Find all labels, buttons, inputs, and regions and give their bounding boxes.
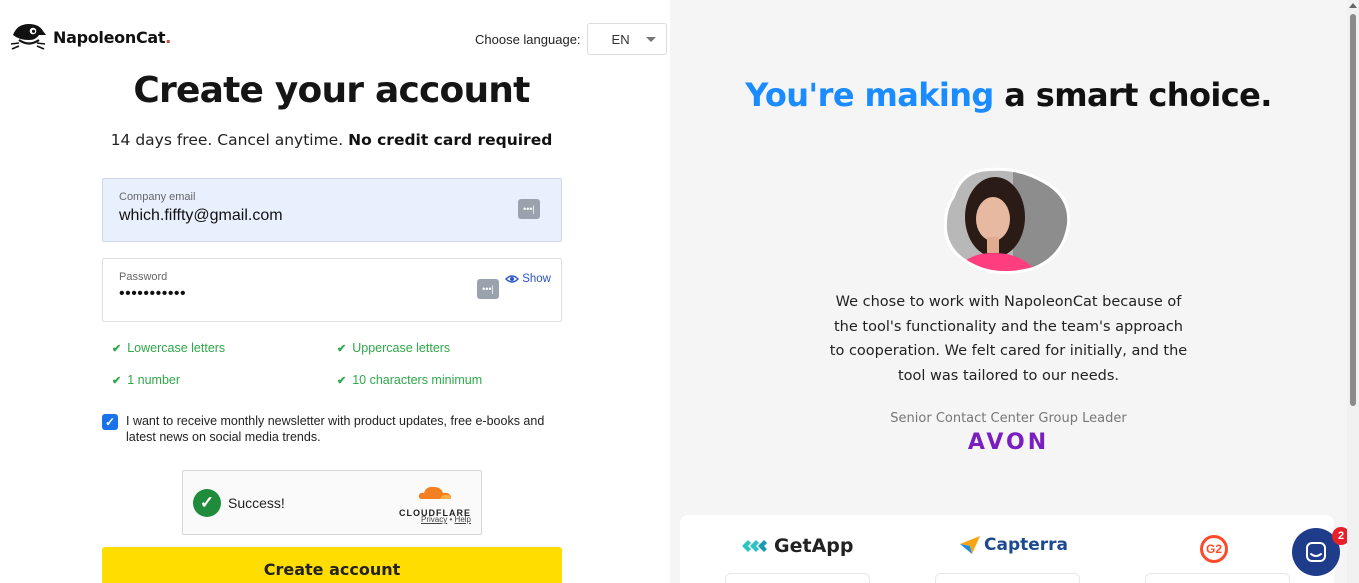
scroll-up-icon[interactable] [1349, 3, 1357, 8]
email-input[interactable]: which.fiffty@gmail.com [119, 207, 545, 225]
rating-card [725, 573, 870, 583]
newsletter-option: ✓ I want to receive monthly newsletter w… [102, 413, 562, 445]
email-label: Company email [119, 191, 196, 203]
captcha-widget[interactable]: ✓ Success! CLOUDFLARE Privacy • Help [182, 470, 482, 535]
rating-card [1145, 573, 1290, 583]
show-label: Show [522, 273, 551, 285]
language-selector: Choose language: EN [475, 23, 667, 55]
newsletter-checkbox[interactable]: ✓ [102, 414, 118, 430]
page-scrollbar[interactable] [1347, 0, 1359, 583]
password-manager-icon[interactable]: •••| [477, 279, 499, 299]
g2-badge[interactable]: G2 [1200, 535, 1228, 563]
testimonial-quote: We chose to work with NapoleonCat becaus… [829, 294, 1188, 384]
password-rule-lowercase: ✔ Lowercase letters [112, 341, 226, 355]
review-badges: GetApp Capterra G2 [680, 515, 1334, 583]
rating-card [935, 573, 1080, 583]
captcha-links: Privacy • Help [421, 515, 471, 524]
capterra-badge[interactable]: Capterra [960, 535, 1068, 555]
brand-name: NapoleonCat. [53, 27, 172, 47]
check-icon: ✔ [112, 374, 122, 387]
brand-logo[interactable]: NapoleonCat. [9, 21, 171, 53]
password-rule-uppercase: ✔ Uppercase letters [337, 341, 451, 355]
testimonial-avatar [943, 167, 1071, 274]
capterra-icon [960, 536, 980, 554]
password-field[interactable]: Password ••••••••••• •••| Show [102, 258, 562, 322]
email-field[interactable]: Company email which.fiffty@gmail.com •••… [102, 178, 562, 242]
napoleoncat-logo-icon [10, 24, 46, 50]
cloud-icon [418, 486, 451, 499]
show-password-toggle[interactable]: Show [505, 273, 551, 285]
getapp-icon [742, 540, 767, 552]
newsletter-label: I want to receive monthly newsletter wit… [126, 414, 545, 444]
cloudflare-logo: CLOUDFLARE [397, 483, 473, 518]
promo-headline: You're making a smart choice. [745, 76, 1272, 114]
eye-icon [505, 275, 520, 283]
privacy-link[interactable]: Privacy [421, 515, 447, 524]
page-title: Create your account [133, 70, 530, 111]
getapp-badge[interactable]: GetApp [740, 535, 853, 557]
scrollbar-thumb[interactable] [1350, 14, 1356, 406]
signup-panel: NapoleonCat. Choose language: EN Create … [0, 0, 670, 583]
success-check-icon: ✓ [193, 489, 221, 517]
language-value: EN [611, 31, 630, 47]
password-rule-number: ✔ 1 number [112, 373, 181, 387]
help-link[interactable]: Help [455, 515, 471, 524]
language-label: Choose language: [475, 31, 581, 47]
language-dropdown[interactable]: EN [586, 23, 667, 55]
chat-icon [1306, 542, 1326, 562]
testimonial-role: Senior Contact Center Group Leader [890, 411, 1127, 426]
page-subtitle: 14 days free. Cancel anytime. No credit … [110, 131, 553, 149]
avon-logo: AVON [967, 430, 1050, 455]
captcha-status: Success! [228, 495, 285, 511]
check-icon: ✔ [112, 342, 122, 355]
check-icon: ✔ [337, 374, 347, 387]
create-account-button[interactable]: Create account [102, 547, 562, 583]
password-rule-length: ✔ 10 characters minimum [337, 373, 483, 387]
password-manager-icon[interactable]: •••| [518, 199, 540, 219]
g2-icon: G2 [1200, 535, 1228, 563]
chevron-down-icon [645, 36, 656, 42]
check-icon: ✔ [337, 342, 347, 355]
